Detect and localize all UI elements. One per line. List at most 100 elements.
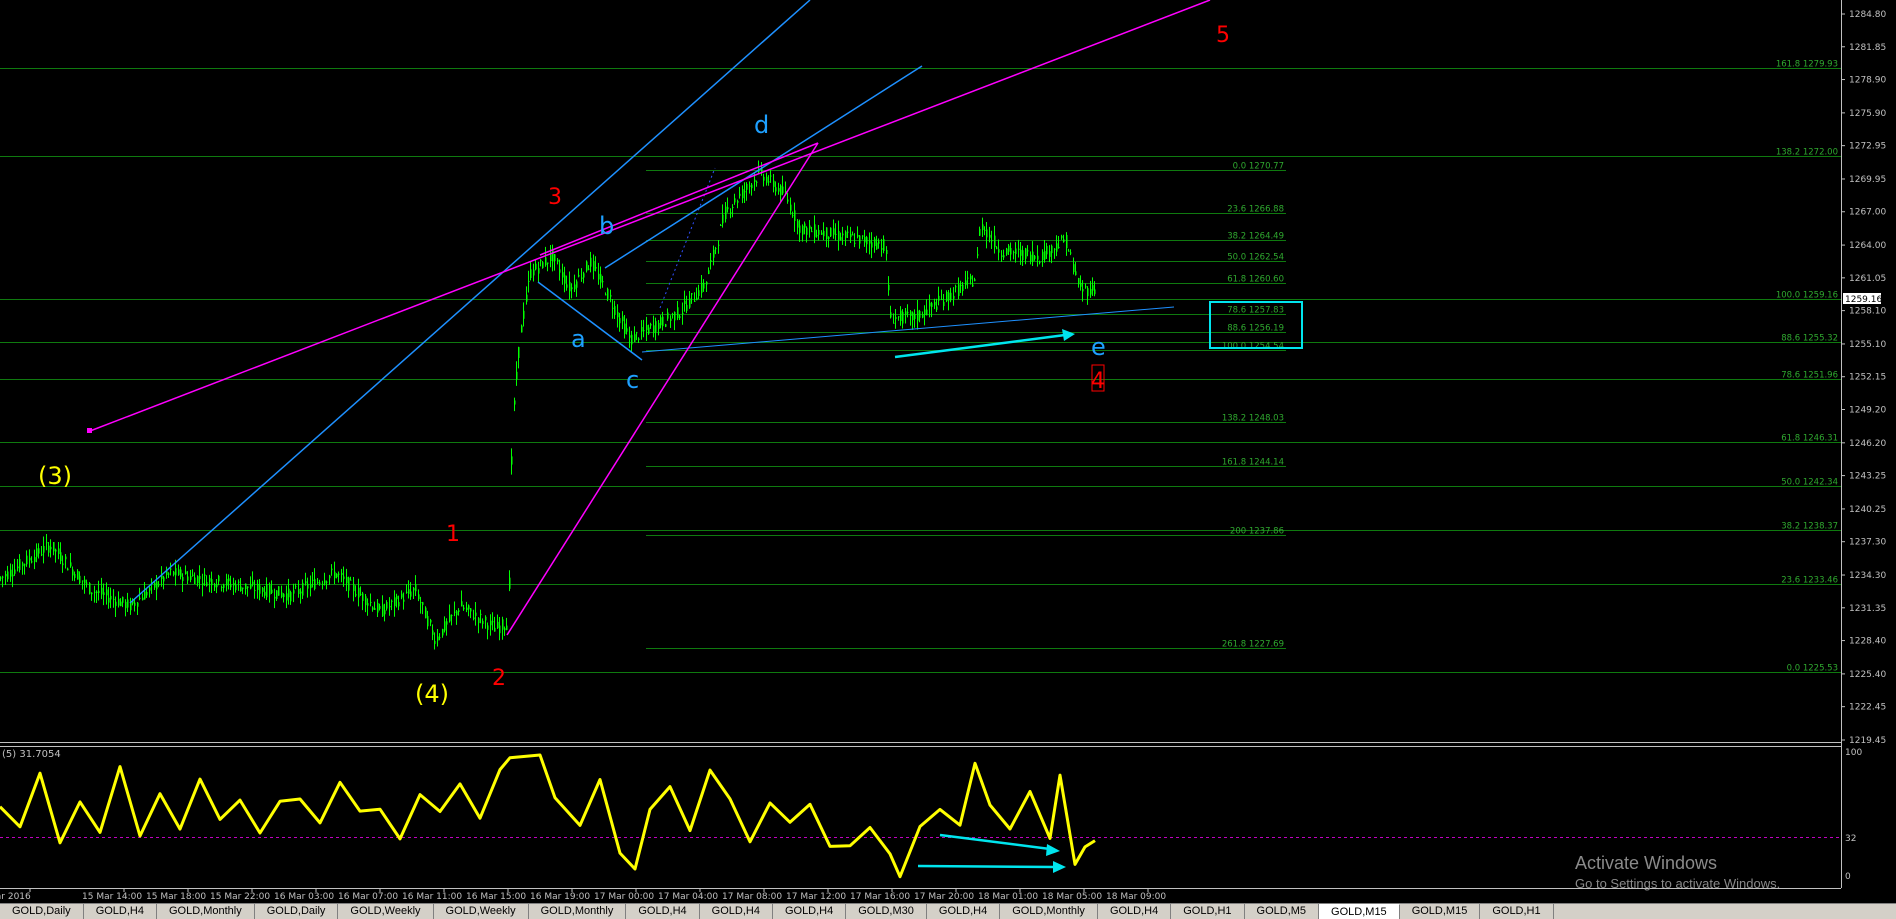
candle-body [960, 284, 962, 286]
candle-body [216, 584, 218, 588]
candle-body [377, 602, 379, 613]
candle-body [542, 262, 544, 269]
chart-tab[interactable]: GOLD,H4 [700, 904, 773, 919]
candle-body [115, 601, 117, 606]
candle-body [22, 563, 24, 567]
chart-tab[interactable]: GOLD,H4 [773, 904, 847, 919]
candle-body [439, 637, 441, 639]
candle-body [230, 584, 232, 588]
candle-body [905, 311, 907, 315]
chart-tab[interactable]: GOLD,Daily [255, 904, 339, 919]
candle-body [554, 254, 556, 262]
candle-body [120, 601, 122, 606]
chart-tab[interactable]: GOLD,H4 [626, 904, 700, 919]
candle-body [727, 207, 729, 210]
candle-body [168, 573, 170, 575]
candle-body [274, 596, 276, 599]
fib-level-label: 88.6 1255.32 [1781, 334, 1838, 344]
candle-body [317, 582, 319, 584]
candle-body [538, 268, 540, 274]
chart-tab[interactable]: GOLD,Weekly [434, 904, 529, 919]
chart-tab[interactable]: GOLD,M15 [1400, 904, 1481, 919]
candle-body [326, 581, 328, 583]
chart-tab[interactable]: GOLD,Weekly [338, 904, 434, 919]
chart-tab[interactable]: GOLD,Daily [0, 904, 84, 919]
chart-tab[interactable]: GOLD,H4 [84, 904, 157, 919]
price-chart[interactable]: 161.8 1279.93 138.2 1272.00 100.0 1259.16 8… [0, 0, 1896, 903]
price-axis-label: 1234.30 [1849, 571, 1886, 581]
candle-body [401, 593, 403, 598]
candle-body [754, 179, 756, 182]
candle-body [605, 294, 607, 296]
candle-body [792, 215, 794, 217]
magenta-trendline-long[interactable] [89, 0, 1211, 432]
candle-body [389, 605, 391, 608]
candle-body [691, 293, 693, 295]
magenta-wave3-d-line[interactable] [539, 142, 819, 256]
candle-body [857, 235, 859, 237]
candle-body [94, 591, 96, 593]
fib-inner-label: 200 1237.86 [1230, 527, 1284, 537]
divergence-arrow-osc-lower[interactable] [917, 861, 1066, 873]
chart-tab[interactable]: GOLD,M30 [846, 904, 927, 919]
candle-body [732, 207, 734, 209]
candle-body [782, 186, 784, 194]
candle-body [569, 281, 571, 292]
candle-body [658, 322, 660, 330]
candle-body [142, 597, 144, 601]
candle-body [60, 552, 62, 562]
candle-body [910, 311, 912, 316]
candle-body [725, 206, 727, 220]
fib-inner-label: 261.8 1227.69 [1222, 640, 1284, 650]
price-axis-label: 1252.15 [1849, 373, 1886, 383]
chart-tab[interactable]: GOLD,H4 [927, 904, 1001, 919]
candle-body [946, 292, 948, 302]
magenta-trendline-steep[interactable] [506, 142, 819, 636]
price-axis-label: 1264.00 [1849, 241, 1886, 251]
price-axis-label: 1272.95 [1849, 142, 1886, 152]
candle-body [194, 577, 196, 584]
chart-tab[interactable]: GOLD,Monthly [157, 904, 255, 919]
current-price-tag: 1259.16 [1843, 293, 1882, 305]
candle-body [430, 619, 432, 623]
chart-tab[interactable]: GOLD,Monthly [1000, 904, 1098, 919]
candle-body [470, 608, 472, 612]
candle-body [533, 269, 535, 276]
magenta-anchor-point[interactable] [87, 428, 92, 433]
candle-body [734, 198, 736, 203]
candle-body [72, 569, 74, 576]
candle-body [828, 236, 830, 239]
candle-body [917, 310, 919, 321]
candle-body [478, 618, 480, 624]
fibonacci-levels[interactable]: 161.8 1279.93 138.2 1272.00 100.0 1259.16 8… [0, 60, 1841, 674]
wave-label-4-red: 4 [1091, 369, 1105, 394]
candle-body [82, 580, 84, 582]
chart-tab[interactable]: GOLD,H4 [1098, 904, 1172, 919]
candle-body [144, 591, 146, 600]
activate-windows-watermark: Activate Windows Go to Settings to activ… [1575, 853, 1780, 891]
chart-tab[interactable]: GOLD,Monthly [529, 904, 627, 919]
divergence-arrow-osc-upper[interactable] [939, 833, 1060, 856]
candle-body [751, 184, 753, 189]
chart-tab[interactable]: GOLD,M5 [1245, 904, 1320, 919]
candle-body [146, 591, 148, 596]
chart-tab[interactable]: GOLD,H1 [1171, 904, 1245, 919]
chart-tab[interactable]: GOLD,M15 [1319, 904, 1400, 919]
trendlines[interactable] [87, 0, 1211, 636]
candle-body [374, 608, 376, 610]
candle-body [665, 324, 667, 327]
candle-body [648, 327, 650, 334]
candle-body [245, 583, 247, 590]
candle-body [715, 248, 717, 250]
watermark-line1: Activate Windows [1575, 853, 1718, 873]
candle-body [19, 559, 21, 570]
candle-body [982, 224, 984, 231]
candle-body [468, 605, 470, 610]
chart-tab[interactable]: GOLD,H1 [1480, 904, 1554, 919]
candle-body [619, 318, 621, 324]
candle-body [302, 582, 304, 596]
blue-trendline-long[interactable] [129, 0, 811, 604]
candle-body [269, 585, 271, 595]
candle-body [365, 596, 367, 606]
candle-body [1027, 250, 1029, 252]
